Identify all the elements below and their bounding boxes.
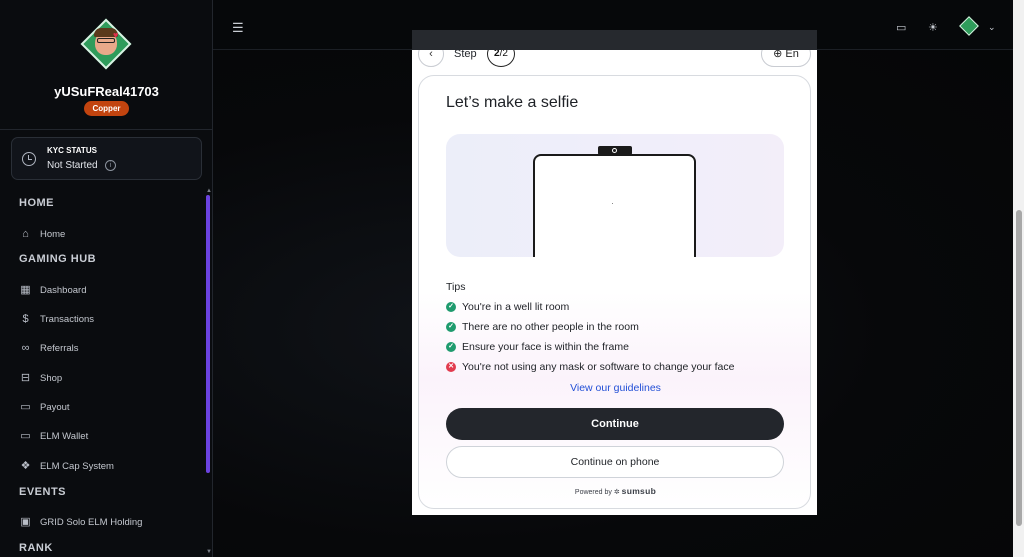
hamburger-icon[interactable]: ☰ [232, 20, 244, 36]
scroll-up-arrow-icon[interactable]: ▲ [206, 188, 212, 194]
sidebar-item-label: GRID Solo ELM Holding [40, 516, 143, 528]
sidebar: ♥ yUSuFReal41703 Copper KYC STATUS Not S… [0, 0, 213, 557]
sidebar-item-label: Payout [40, 401, 70, 413]
tip-item: ✕ You're not using any mask or software … [446, 361, 734, 373]
section-events: EVENTS [19, 486, 67, 498]
powered-by-footer: Powered by ✲ sumsub [419, 486, 812, 496]
phone-frame-icon [533, 154, 696, 257]
modal-header-bar [412, 30, 817, 50]
wallet-icon: ▭ [20, 400, 31, 413]
back-button[interactable]: ‹ [418, 50, 444, 67]
heart-icon: ♥ [113, 30, 119, 40]
sidebar-item-label: ELM Cap System [40, 460, 114, 472]
profile-card: ♥ yUSuFReal41703 Copper [0, 0, 212, 130]
powered-by-label: Powered by [574, 489, 612, 496]
brand-name: sumsub [621, 486, 657, 496]
kyc-status-title: KYC STATUS [47, 146, 97, 155]
tips-heading: Tips [446, 281, 466, 293]
chevron-left-icon: ‹ [429, 50, 433, 60]
sidebar-item-label: Transactions [40, 313, 95, 325]
guidelines-link[interactable]: View our guidelines [419, 382, 812, 394]
sidebar-item-label: Referrals [40, 342, 79, 354]
language-label: En [785, 50, 799, 60]
avatar[interactable]: ♥ [80, 18, 132, 70]
globe-icon: ⊕ [773, 50, 783, 60]
cross-icon: ✕ [446, 362, 456, 372]
sidebar-item-home[interactable]: ⌂ Home [19, 224, 199, 244]
info-icon[interactable]: i [105, 160, 116, 171]
sidebar-item-elm-wallet[interactable]: ▭ ELM Wallet [19, 426, 199, 446]
page-title: Let’s make a selfie [446, 94, 579, 111]
continue-on-phone-button[interactable]: Continue on phone [446, 446, 784, 478]
step-counter: 2/2 [487, 50, 515, 67]
cap-system-icon: ❖ [20, 459, 31, 472]
check-icon: ✓ [446, 302, 456, 312]
sidebar-item-elm-cap-system[interactable]: ❖ ELM Cap System [19, 456, 199, 476]
section-home: HOME [19, 197, 54, 209]
step-total: 2 [502, 50, 508, 59]
sidebar-item-label: Shop [40, 372, 63, 384]
kyc-status-value: Not Started [47, 160, 98, 171]
dollar-icon: $ [22, 312, 29, 325]
shop-icon: ⊟ [20, 371, 31, 384]
home-icon: ⌂ [22, 227, 29, 240]
selfie-verification-modal: ‹ Step 2/2 ⊕ En Let’s make a selfie Tips… [412, 50, 817, 515]
phone-illustration [446, 134, 784, 257]
selfie-instructions-card: Let’s make a selfie Tips ✓ You're in a w… [418, 75, 811, 509]
tip-item: ✓ There are no other people in the room [446, 321, 639, 333]
clock-icon [22, 152, 36, 166]
continue-button[interactable]: Continue [446, 408, 784, 440]
tip-item: ✓ You're in a well lit room [446, 301, 569, 313]
focus-dot [612, 203, 613, 204]
check-icon: ✓ [446, 322, 456, 332]
section-gaming-hub: GAMING HUB [19, 253, 97, 265]
sidebar-item-label: Dashboard [40, 284, 87, 296]
modal-step-header: ‹ Step 2/2 ⊕ En [412, 50, 817, 74]
sidebar-item-label: ELM Wallet [40, 430, 89, 442]
sidebar-item-grid-solo-elm-holding[interactable]: ▣ GRID Solo ELM Holding [19, 512, 199, 532]
sidebar-item-referrals[interactable]: ∞ Referrals [19, 338, 199, 358]
page-scrollbar-thumb[interactable] [1016, 210, 1022, 526]
theme-sun-icon[interactable]: ☀ [928, 21, 938, 34]
kyc-status-card[interactable]: KYC STATUS Not Started i [11, 137, 202, 180]
tip-text: You're not using any mask or software to… [462, 361, 735, 373]
tip-text: There are no other people in the room [462, 321, 639, 333]
check-icon: ✓ [446, 342, 456, 352]
sumsub-logo-icon: ✲ [613, 489, 620, 496]
camera-icon [612, 148, 617, 153]
tip-item: ✓ Ensure your face is within the frame [446, 341, 629, 353]
tip-text: Ensure your face is within the frame [462, 341, 629, 353]
calendar-icon: ▣ [20, 515, 31, 528]
dashboard-icon: ▦ [20, 283, 31, 296]
link-icon: ∞ [21, 341, 30, 354]
sidebar-scrollbar[interactable] [206, 195, 210, 473]
username: yUSuFReal41703 [54, 84, 159, 99]
rank-badge: Copper [84, 101, 129, 116]
wallet-icon[interactable]: ▭ [896, 21, 906, 34]
sidebar-item-payout[interactable]: ▭ Payout [19, 397, 199, 417]
sidebar-item-shop[interactable]: ⊟ Shop [19, 368, 199, 388]
scroll-down-arrow-icon[interactable]: ▼ [206, 549, 212, 555]
step-label: Step [454, 50, 477, 60]
chevron-down-icon[interactable]: ⌄ [988, 22, 996, 33]
sidebar-item-transactions[interactable]: $ Transactions [19, 309, 199, 329]
sidebar-item-dashboard[interactable]: ▦ Dashboard [19, 280, 199, 300]
section-rank: RANK [19, 542, 53, 554]
sidebar-item-label: Home [40, 228, 66, 240]
language-selector[interactable]: ⊕ En [761, 50, 811, 67]
wallet-icon: ▭ [20, 429, 31, 442]
tip-text: You're in a well lit room [462, 301, 570, 313]
